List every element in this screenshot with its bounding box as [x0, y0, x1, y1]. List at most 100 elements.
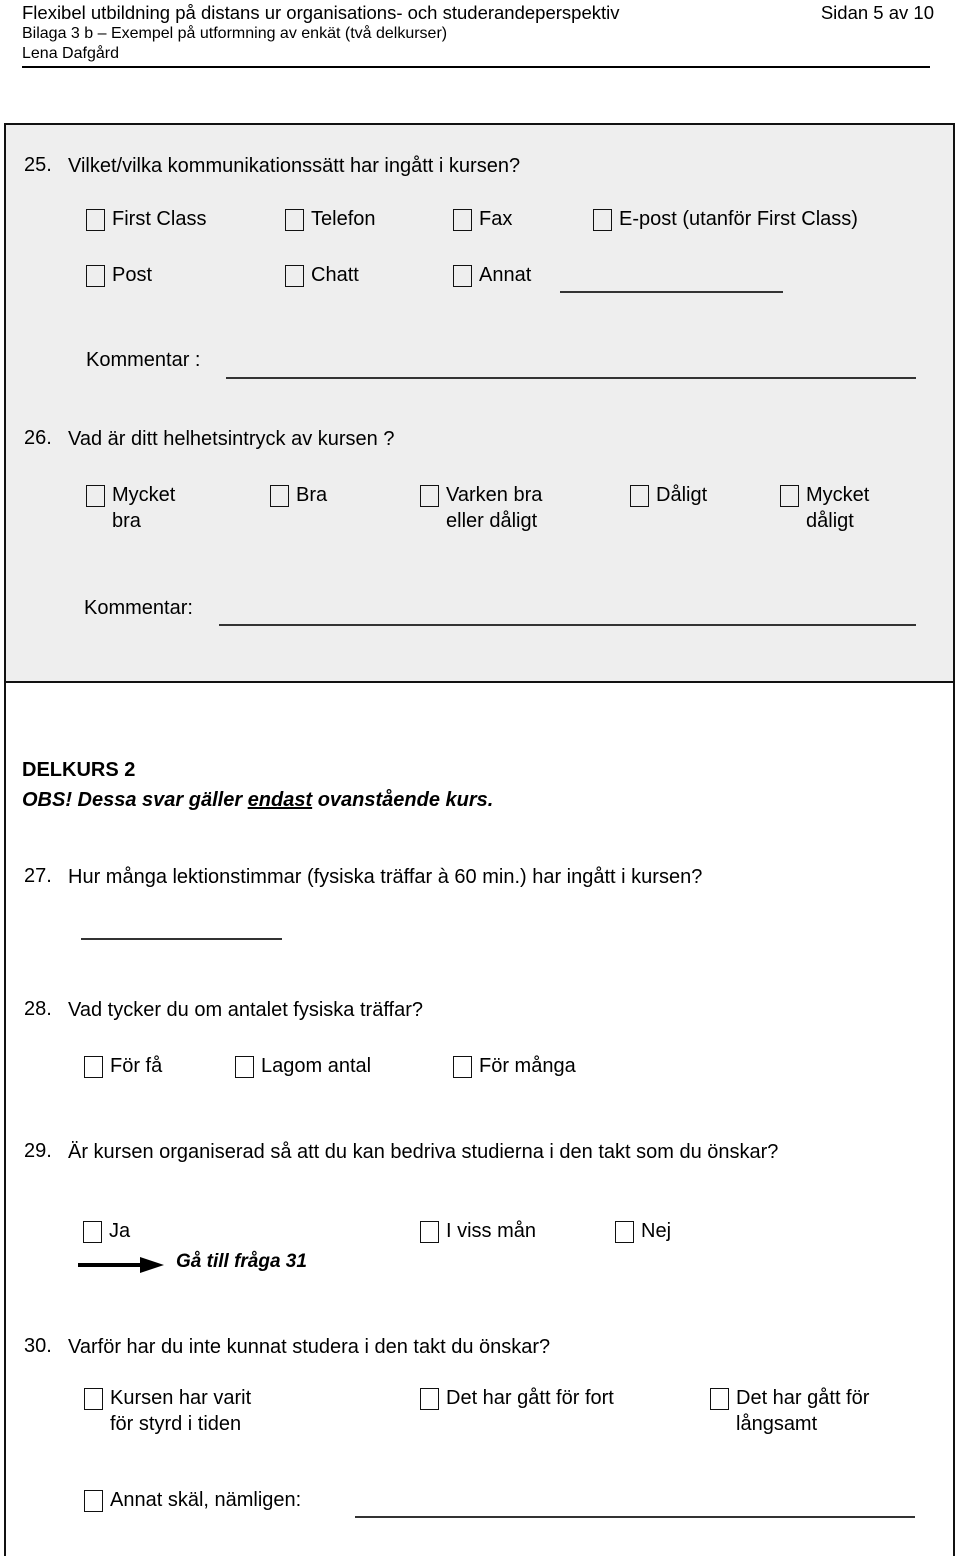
checkbox-icon[interactable] [453, 1056, 472, 1078]
q26-comment-input-line[interactable] [219, 624, 916, 626]
header-line-1: Flexibel utbildning på distans ur organi… [22, 2, 934, 24]
q30-option-label: Det har gått för fort [446, 1387, 614, 1409]
q25-option-label: E-post (utanför First Class) [619, 208, 858, 230]
q25-annat-input-line[interactable] [560, 291, 783, 293]
q26-option-label-main: Mycket [806, 484, 870, 506]
page-number: Sidan 5 av 10 [820, 2, 934, 23]
q28-option-label: För få [110, 1055, 163, 1077]
question-28-text: Vad tycker du om antalet fysiska träffar… [68, 999, 423, 1021]
question-29-number: 29. [24, 1140, 52, 1162]
q25-option-chatt[interactable]: Chatt [285, 262, 359, 288]
q25-option-post[interactable]: Post [86, 262, 152, 288]
q25-option-label: Post [112, 264, 153, 286]
checkbox-icon[interactable] [270, 485, 289, 507]
q25-option-epost[interactable]: E-post (utanför First Class) [593, 206, 858, 232]
question-25-text: Vilket/vilka kommunikationssätt har ingå… [68, 155, 521, 177]
checkbox-icon[interactable] [84, 1490, 103, 1512]
q30-option-label: Kursen har varit för styrd i tiden [110, 1385, 251, 1437]
q28-option-for-fa[interactable]: För få [84, 1053, 162, 1079]
q29-option-ja[interactable]: Ja [83, 1218, 130, 1244]
q27-answer-input-line[interactable] [81, 938, 282, 940]
q26-option-label: Dåligt [656, 484, 708, 506]
q26-option-label-sub: eller dåligt [446, 510, 538, 532]
checkbox-icon[interactable] [780, 485, 799, 507]
question-25: 25. Vilket/vilka kommunikationssätt har … [24, 152, 924, 180]
checkbox-icon[interactable] [86, 485, 105, 507]
checkbox-icon[interactable] [285, 265, 304, 287]
q26-option-daligt[interactable]: Dåligt [630, 482, 707, 508]
q30-annat-input-line[interactable] [355, 1516, 915, 1518]
checkbox-icon[interactable] [84, 1056, 103, 1078]
q26-option-varken[interactable]: Varken bra eller dåligt [420, 482, 542, 534]
question-29-text: Är kursen organiserad så att du kan bedr… [68, 1141, 779, 1163]
q30-option-for-styrd[interactable]: Kursen har varit för styrd i tiden [84, 1385, 251, 1437]
delkurs-note-before: OBS! Dessa svar gäller [22, 789, 248, 811]
q30-option-annat-skal[interactable]: Annat skäl, nämligen: [84, 1487, 301, 1513]
q30-option-label-sub: långsamt [736, 1413, 818, 1435]
checkbox-icon[interactable] [285, 209, 304, 231]
goto-arrow-icon [78, 1257, 164, 1273]
q29-goto-note: Gå till fråga 31 [176, 1251, 307, 1272]
checkbox-icon[interactable] [453, 209, 472, 231]
q29-option-nej[interactable]: Nej [615, 1218, 671, 1244]
checkbox-icon[interactable] [630, 485, 649, 507]
checkbox-icon[interactable] [86, 209, 105, 231]
checkbox-icon[interactable] [710, 1388, 729, 1410]
checkbox-icon[interactable] [86, 265, 105, 287]
question-27-text: Hur många lektionstimmar (fysiska träffa… [68, 866, 703, 888]
page-header: Flexibel utbildning på distans ur organi… [22, 2, 934, 64]
checkbox-icon[interactable] [420, 1388, 439, 1410]
q26-option-label: Bra [296, 484, 328, 506]
q30-option-label-main: Kursen har varit [110, 1387, 252, 1409]
question-26-text: Vad är ditt helhetsintryck av kursen ? [68, 428, 395, 450]
question-29: 29. Är kursen organiserad så att du kan … [24, 1138, 894, 1166]
q26-comment-label: Kommentar: [84, 597, 193, 619]
delkurs-2-title: DELKURS 2 [22, 759, 136, 781]
q30-option-label-sub: för styrd i tiden [110, 1413, 242, 1435]
q30-option-for-fort[interactable]: Det har gått för fort [420, 1385, 614, 1411]
q26-option-label: Mycket bra [112, 482, 175, 534]
question-25-number: 25. [24, 154, 52, 176]
q25-comment-label: Kommentar : [86, 349, 201, 371]
checkbox-icon[interactable] [83, 1221, 102, 1243]
q26-option-mycket-bra[interactable]: Mycket bra [86, 482, 175, 534]
q26-option-label-sub: bra [112, 510, 141, 532]
q25-option-label: Telefon [311, 208, 376, 230]
checkbox-icon[interactable] [420, 485, 439, 507]
checkbox-icon[interactable] [453, 265, 472, 287]
q29-option-label: I viss mån [446, 1220, 537, 1242]
q25-option-first-class[interactable]: First Class [86, 206, 206, 232]
q26-option-label-main: Varken bra [446, 484, 543, 506]
q28-option-lagom-antal[interactable]: Lagom antal [235, 1053, 371, 1079]
q26-option-label-sub: dåligt [806, 510, 854, 532]
q30-option-label-main: Det har gått för [736, 1387, 870, 1409]
header-author: Lena Dafgård [22, 45, 119, 62]
q26-option-bra[interactable]: Bra [270, 482, 327, 508]
checkbox-icon[interactable] [235, 1056, 254, 1078]
question-28-number: 28. [24, 998, 52, 1020]
header-subtitle: Bilaga 3 b – Exempel på utformning av en… [22, 25, 448, 42]
question-27: 27. Hur många lektionstimmar (fysiska tr… [24, 863, 924, 891]
q25-option-telefon[interactable]: Telefon [285, 206, 376, 232]
q25-option-label: Chatt [311, 264, 359, 286]
q26-option-label-main: Mycket [112, 484, 176, 506]
q25-option-label: Annat [479, 264, 532, 286]
question-30-text: Varför har du inte kunnat studera i den … [68, 1336, 551, 1358]
checkbox-icon[interactable] [593, 209, 612, 231]
q28-option-label: För många [479, 1055, 576, 1077]
delkurs-note-underlined: endast [247, 789, 313, 811]
q26-option-mycket-daligt[interactable]: Mycket dåligt [780, 482, 869, 534]
q28-option-for-manga[interactable]: För många [453, 1053, 576, 1079]
checkbox-icon[interactable] [615, 1221, 634, 1243]
q30-option-langsamt[interactable]: Det har gått för långsamt [710, 1385, 869, 1437]
q25-option-fax[interactable]: Fax [453, 206, 512, 232]
q26-option-label: Mycket dåligt [806, 482, 869, 534]
q26-option-label: Varken bra eller dåligt [446, 482, 542, 534]
q29-option-i-viss-man[interactable]: I viss mån [420, 1218, 536, 1244]
question-28: 28. Vad tycker du om antalet fysiska trä… [24, 996, 924, 1024]
checkbox-icon[interactable] [420, 1221, 439, 1243]
q30-option-label: Det har gått för långsamt [736, 1385, 869, 1437]
checkbox-icon[interactable] [84, 1388, 103, 1410]
q25-option-annat[interactable]: Annat [453, 262, 531, 288]
q25-comment-input-line[interactable] [226, 377, 916, 379]
